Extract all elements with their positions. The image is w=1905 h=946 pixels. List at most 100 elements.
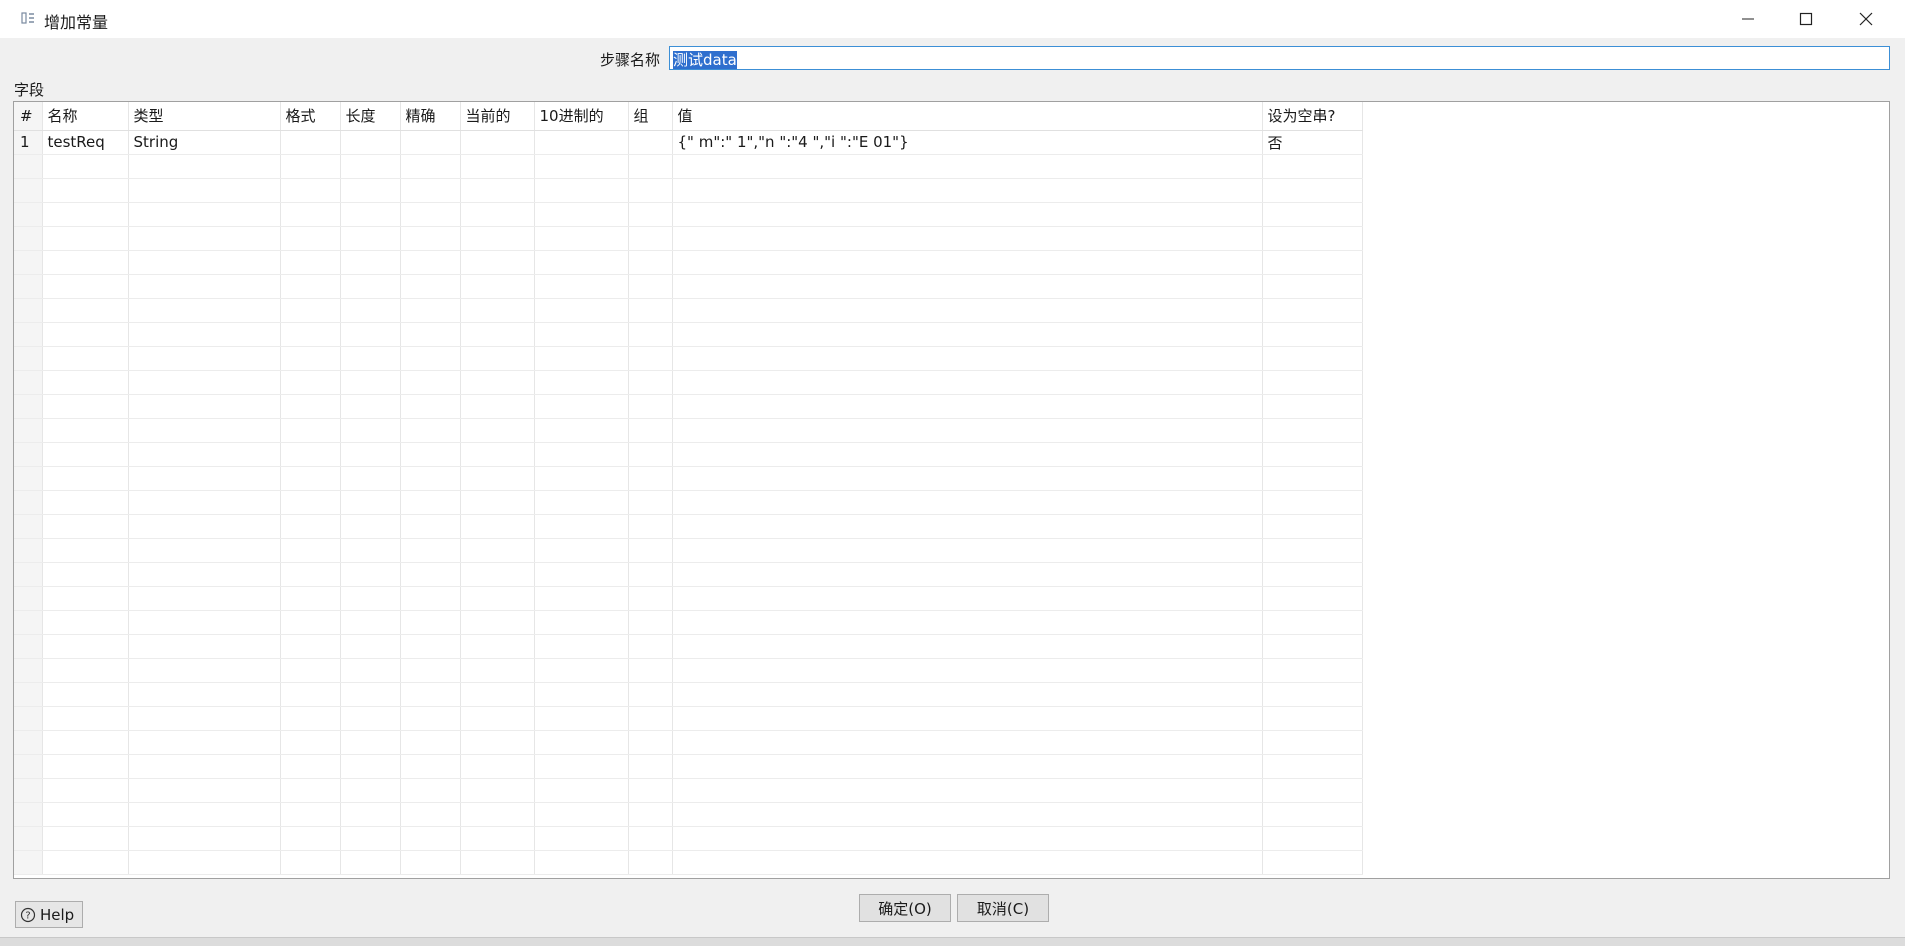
empty-cell[interactable] — [42, 250, 129, 275]
empty-cell[interactable] — [400, 850, 461, 875]
empty-cell[interactable] — [128, 418, 281, 443]
empty-cell[interactable] — [1262, 682, 1363, 707]
empty-cell[interactable] — [42, 850, 129, 875]
empty-cell[interactable] — [128, 394, 281, 419]
empty-cell[interactable] — [628, 850, 673, 875]
empty-cell[interactable] — [14, 298, 43, 323]
empty-cell[interactable] — [534, 658, 629, 683]
empty-cell[interactable] — [400, 514, 461, 539]
table-row-empty[interactable] — [14, 466, 1363, 491]
empty-cell[interactable] — [460, 514, 535, 539]
empty-cell[interactable] — [628, 706, 673, 731]
empty-cell[interactable] — [128, 754, 281, 779]
empty-cell[interactable] — [1262, 322, 1363, 347]
empty-cell[interactable] — [128, 346, 281, 371]
empty-cell[interactable] — [280, 562, 341, 587]
empty-cell[interactable] — [280, 634, 341, 659]
empty-cell[interactable] — [460, 802, 535, 827]
empty-cell[interactable] — [400, 370, 461, 395]
empty-cell[interactable] — [128, 802, 281, 827]
col-header-decimal[interactable]: 10进制的 — [534, 102, 629, 131]
empty-cell[interactable] — [340, 178, 401, 203]
empty-cell[interactable] — [42, 514, 129, 539]
cell-decimal[interactable] — [534, 130, 629, 155]
empty-cell[interactable] — [128, 538, 281, 563]
empty-cell[interactable] — [400, 346, 461, 371]
empty-cell[interactable] — [400, 250, 461, 275]
empty-cell[interactable] — [128, 226, 281, 251]
empty-cell[interactable] — [672, 346, 1263, 371]
empty-cell[interactable] — [14, 610, 43, 635]
fields-table[interactable]: # 名称 类型 格式 长度 精确 当前的 10进制的 组 值 设为空串? 1 t… — [13, 101, 1890, 879]
empty-cell[interactable] — [1262, 178, 1363, 203]
empty-cell[interactable] — [672, 202, 1263, 227]
table-row-empty[interactable] — [14, 802, 1363, 827]
empty-cell[interactable] — [628, 322, 673, 347]
empty-cell[interactable] — [340, 730, 401, 755]
empty-cell[interactable] — [400, 562, 461, 587]
col-header-empty[interactable]: 设为空串? — [1262, 102, 1363, 131]
empty-cell[interactable] — [340, 562, 401, 587]
empty-cell[interactable] — [534, 226, 629, 251]
empty-cell[interactable] — [1262, 826, 1363, 851]
empty-cell[interactable] — [1262, 154, 1363, 179]
empty-cell[interactable] — [534, 634, 629, 659]
empty-cell[interactable] — [128, 706, 281, 731]
empty-cell[interactable] — [400, 322, 461, 347]
empty-cell[interactable] — [400, 394, 461, 419]
table-row-empty[interactable] — [14, 370, 1363, 395]
empty-cell[interactable] — [1262, 202, 1363, 227]
empty-cell[interactable] — [400, 634, 461, 659]
empty-cell[interactable] — [672, 418, 1263, 443]
col-header-type[interactable]: 类型 — [128, 102, 281, 131]
empty-cell[interactable] — [400, 826, 461, 851]
empty-cell[interactable] — [628, 634, 673, 659]
empty-cell[interactable] — [42, 322, 129, 347]
empty-cell[interactable] — [14, 850, 43, 875]
empty-cell[interactable] — [534, 682, 629, 707]
empty-cell[interactable] — [1262, 490, 1363, 515]
empty-cell[interactable] — [400, 610, 461, 635]
empty-cell[interactable] — [400, 538, 461, 563]
empty-cell[interactable] — [534, 466, 629, 491]
empty-cell[interactable] — [672, 538, 1263, 563]
empty-cell[interactable] — [672, 226, 1263, 251]
empty-cell[interactable] — [460, 442, 535, 467]
col-header-group[interactable]: 组 — [628, 102, 673, 131]
empty-cell[interactable] — [534, 706, 629, 731]
empty-cell[interactable] — [460, 418, 535, 443]
empty-cell[interactable] — [128, 850, 281, 875]
empty-cell[interactable] — [400, 202, 461, 227]
empty-cell[interactable] — [400, 490, 461, 515]
empty-cell[interactable] — [340, 418, 401, 443]
col-header-precision[interactable]: 精确 — [400, 102, 461, 131]
empty-cell[interactable] — [42, 802, 129, 827]
empty-cell[interactable] — [460, 298, 535, 323]
empty-cell[interactable] — [460, 154, 535, 179]
empty-cell[interactable] — [340, 658, 401, 683]
empty-cell[interactable] — [534, 802, 629, 827]
empty-cell[interactable] — [672, 730, 1263, 755]
empty-cell[interactable] — [534, 514, 629, 539]
cell-type[interactable]: String — [128, 130, 281, 155]
empty-cell[interactable] — [340, 202, 401, 227]
table-row-empty[interactable] — [14, 610, 1363, 635]
empty-cell[interactable] — [42, 178, 129, 203]
empty-cell[interactable] — [14, 418, 43, 443]
table-row-empty[interactable] — [14, 562, 1363, 587]
empty-cell[interactable] — [280, 826, 341, 851]
empty-cell[interactable] — [42, 370, 129, 395]
empty-cell[interactable] — [460, 634, 535, 659]
empty-cell[interactable] — [128, 658, 281, 683]
table-row-empty[interactable] — [14, 202, 1363, 227]
col-header-length[interactable]: 长度 — [340, 102, 401, 131]
empty-cell[interactable] — [400, 226, 461, 251]
empty-cell[interactable] — [42, 658, 129, 683]
empty-cell[interactable] — [628, 178, 673, 203]
empty-cell[interactable] — [672, 370, 1263, 395]
empty-cell[interactable] — [1262, 634, 1363, 659]
minimize-button[interactable] — [1719, 0, 1777, 38]
empty-cell[interactable] — [628, 370, 673, 395]
empty-cell[interactable] — [460, 466, 535, 491]
empty-cell[interactable] — [1262, 754, 1363, 779]
